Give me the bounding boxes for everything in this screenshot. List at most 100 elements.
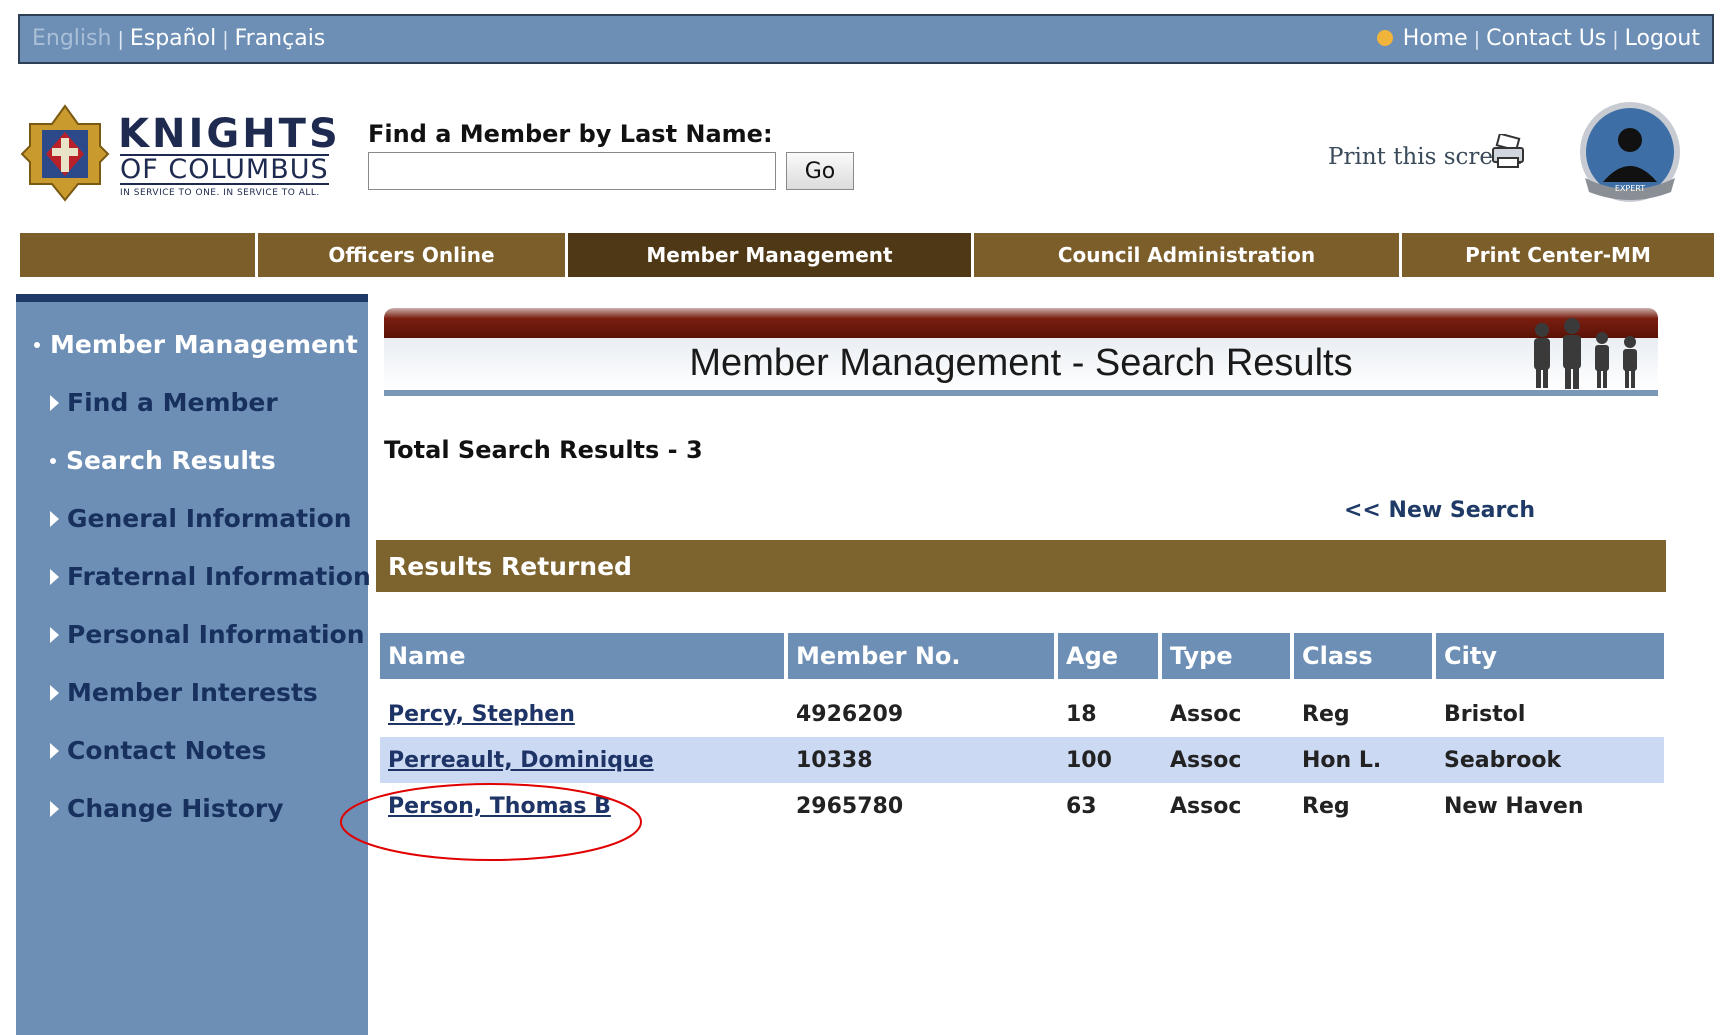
sidebar-item-find-a-member[interactable]: Find a Member: [50, 388, 278, 417]
logo-columbus-text: OF COLUMBUS: [120, 154, 329, 185]
cell-member-no: 4926209: [796, 701, 904, 727]
nav-tab-print-center[interactable]: Print Center-MM: [1402, 233, 1714, 277]
sidebar-item-label: Member Interests: [67, 678, 318, 707]
cell-name: Percy, Stephen: [380, 702, 788, 727]
sidebar-item-label: General Information: [67, 504, 352, 533]
triangle-right-icon: [50, 743, 59, 759]
sidebar-item-label: Personal Information: [67, 620, 365, 649]
triangle-right-icon: [50, 801, 59, 817]
triangle-right-icon: [50, 569, 59, 585]
sidebar-item-member-interests[interactable]: Member Interests: [50, 678, 318, 707]
sidebar-item-fraternal-information[interactable]: Fraternal Information: [50, 562, 371, 591]
expert-badge-icon: EXPERT: [1580, 102, 1680, 202]
column-header-member-no[interactable]: Member No.: [788, 633, 1058, 679]
bullet-icon: [50, 458, 56, 464]
expert-badge-text: EXPERT: [1615, 184, 1645, 193]
cell-member-no: 10338: [796, 747, 873, 773]
lang-espanol-link[interactable]: Español: [130, 26, 216, 51]
sidebar-item-label: Search Results: [66, 446, 276, 475]
main-nav: Officers Online Member Management Counci…: [20, 233, 1714, 277]
member-link[interactable]: Perreault, Dominique: [388, 748, 654, 773]
nav-tab-member-management[interactable]: Member Management: [568, 233, 974, 277]
cell-member-no: 2965780: [796, 793, 904, 819]
sidebar-item-change-history[interactable]: Change History: [50, 794, 284, 823]
sidebar: Member Management Find a Member Search R…: [16, 294, 371, 1035]
home-dot-icon: [1376, 30, 1393, 46]
banner-bottom-rule: [384, 390, 1658, 396]
logo-tagline: IN SERVICE TO ONE. IN SERVICE TO ALL.: [120, 188, 320, 198]
table-header-row: Name Member No. Age Type Class City: [380, 633, 1664, 679]
cell-class: Hon L.: [1302, 747, 1382, 773]
cell-city: Seabrook: [1444, 747, 1562, 773]
column-header-type[interactable]: Type: [1162, 633, 1294, 679]
sidebar-item-label: Find a Member: [67, 388, 278, 417]
separator: |: [222, 28, 229, 50]
results-returned-header: Results Returned: [376, 540, 1666, 592]
bullet-icon: [34, 342, 40, 348]
nav-tab-officers-online[interactable]: Officers Online: [258, 233, 568, 277]
new-search-link[interactable]: << New Search: [1344, 498, 1535, 523]
triangle-right-icon: [50, 685, 59, 701]
home-link[interactable]: Home: [1403, 26, 1468, 51]
lang-english-link[interactable]: English: [32, 26, 111, 51]
triangle-right-icon: [50, 627, 59, 643]
sidebar-item-member-management[interactable]: Member Management: [34, 330, 358, 359]
cell-type: Assoc: [1170, 701, 1242, 727]
table-row: Perreault, Dominique 10338 100 Assoc Hon…: [380, 737, 1664, 783]
separator: |: [1612, 28, 1619, 50]
cell-type: Assoc: [1170, 747, 1242, 773]
triangle-right-icon: [50, 395, 59, 411]
last-name-input[interactable]: [368, 152, 776, 190]
printer-icon[interactable]: [1490, 134, 1526, 170]
column-header-age[interactable]: Age: [1058, 633, 1162, 679]
member-link[interactable]: Percy, Stephen: [388, 702, 575, 727]
go-button[interactable]: Go: [786, 152, 854, 190]
cell-name: Person, Thomas B: [380, 794, 788, 819]
triangle-right-icon: [50, 511, 59, 527]
nav-tab-blank: [20, 233, 258, 277]
cell-age: 100: [1066, 747, 1112, 773]
separator: |: [117, 28, 124, 50]
family-icon: [1534, 318, 1637, 389]
page-title: Member Management - Search Results: [689, 342, 1353, 384]
cell-name: Perreault, Dominique: [380, 748, 788, 773]
lang-francais-link[interactable]: Français: [235, 26, 326, 51]
cell-age: 63: [1066, 793, 1097, 819]
contact-us-link[interactable]: Contact Us: [1486, 26, 1606, 51]
sidebar-item-label: Change History: [67, 794, 284, 823]
cell-class: Reg: [1302, 701, 1350, 727]
separator: |: [1473, 28, 1481, 50]
member-link[interactable]: Person, Thomas B: [388, 794, 611, 819]
cell-city: New Haven: [1444, 793, 1584, 819]
sidebar-item-label: Fraternal Information: [67, 562, 371, 591]
sidebar-item-personal-information[interactable]: Personal Information: [50, 620, 365, 649]
column-header-class[interactable]: Class: [1294, 633, 1436, 679]
sidebar-item-label: Contact Notes: [67, 736, 267, 765]
cell-class: Reg: [1302, 793, 1350, 819]
language-switcher: English | Español | Français: [32, 26, 325, 51]
sidebar-item-general-information[interactable]: General Information: [50, 504, 352, 533]
kofc-logo[interactable]: KNIGHTS OF COLUMBUS IN SERVICE TO ONE. I…: [20, 104, 360, 204]
column-header-city[interactable]: City: [1436, 633, 1664, 679]
table-row: Person, Thomas B 2965780 63 Assoc Reg Ne…: [380, 783, 1664, 829]
page-banner: Member Management - Search Results: [384, 308, 1658, 398]
top-bar: English | Español | Français Home | Contact Us…: [18, 14, 1714, 64]
sidebar-item-label: Member Management: [50, 330, 358, 359]
column-header-name[interactable]: Name: [380, 633, 788, 679]
top-links: Home | Contact Us | Logout: [1376, 26, 1700, 51]
find-member-label: Find a Member by Last Name:: [368, 120, 773, 148]
cell-city: Bristol: [1444, 701, 1526, 727]
total-results-text: Total Search Results - 3: [384, 436, 703, 464]
banner-top-bar: [384, 308, 1658, 338]
cell-age: 18: [1066, 701, 1097, 727]
nav-tab-council-administration[interactable]: Council Administration: [974, 233, 1402, 277]
sidebar-item-search-results[interactable]: Search Results: [50, 446, 276, 475]
table-spacer: [380, 679, 1664, 691]
results-table: Name Member No. Age Type Class City Perc…: [380, 633, 1664, 829]
kofc-emblem-icon: [20, 104, 110, 202]
cell-type: Assoc: [1170, 793, 1242, 819]
logout-link[interactable]: Logout: [1625, 26, 1700, 51]
sidebar-item-contact-notes[interactable]: Contact Notes: [50, 736, 267, 765]
table-row: Percy, Stephen 4926209 18 Assoc Reg Bris…: [380, 691, 1664, 737]
logo-knights-text: KNIGHTS: [118, 111, 341, 157]
